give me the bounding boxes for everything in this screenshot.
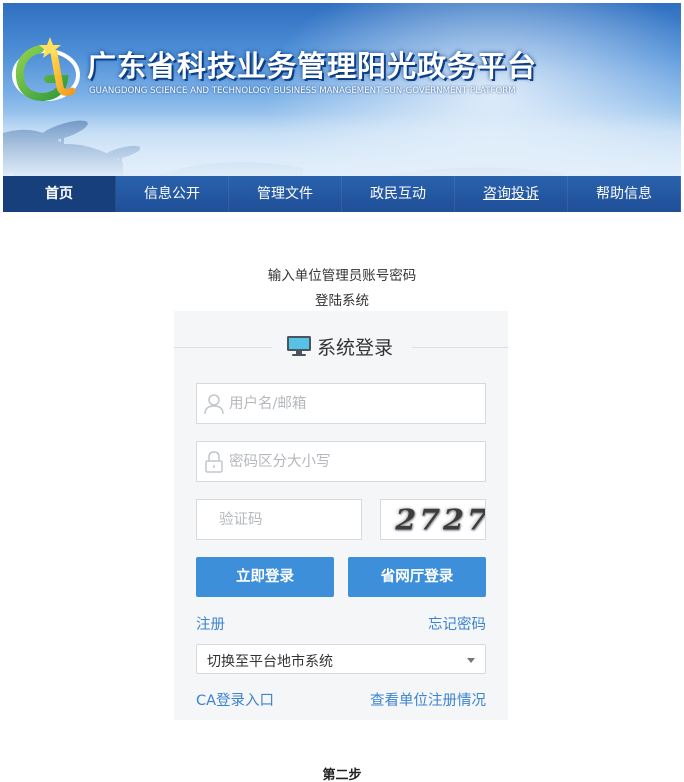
banner-subtitle: GUANGDONG SCIENCE AND TECHNOLOGY BUSINES… [89,86,516,96]
main-nav: 首页 信息公开 管理文件 政民互动 咨询投诉 帮助信息 [3,176,681,212]
username-field [196,383,486,424]
check-registration-link[interactable]: 查看单位注册情况 [370,689,486,710]
user-icon [204,394,224,415]
platform-logo [12,37,80,102]
step-label: 第二步 [322,768,362,782]
instruction-line-2: 登陆系统 [315,293,369,309]
login-panel: 系统登录 2727 立即登录 省网厅登录 注册 忘记密码 切换至平台地市系统 C… [174,311,508,720]
instruction-line-1: 输入单位管理员账号密码 [267,268,417,284]
username-input[interactable] [229,384,479,423]
nav-item-label: 政民互动 [370,186,426,202]
divider [174,347,272,348]
lock-icon [205,451,223,473]
nav-item-label: 管理文件 [257,186,313,202]
banner-title: 广东省科技业务管理阳光政务平台 [87,49,538,83]
nav-item-home[interactable]: 首页 [3,176,116,212]
divider [412,347,508,348]
nav-item-info-disclosure[interactable]: 信息公开 [116,176,229,212]
captcha-text: 2727 [391,503,486,538]
monitor-icon [287,336,311,356]
ca-login-link[interactable]: CA登录入口 [196,689,274,710]
captcha-image[interactable]: 2727 [380,499,486,540]
nav-item-help[interactable]: 帮助信息 [568,176,681,212]
nav-item-label: 帮助信息 [596,186,652,202]
nav-item-label: 信息公开 [144,186,200,202]
chevron-down-icon [467,658,475,663]
header-banner: 广东省科技业务管理阳光政务平台 GUANGDONG SCIENCE AND TE… [3,3,681,176]
nav-item-label: 咨询投诉 [483,186,539,202]
password-field [196,441,486,482]
password-input[interactable] [229,442,479,481]
forgot-password-link[interactable]: 忘记密码 [428,613,486,634]
captcha-input[interactable] [219,500,359,539]
login-button[interactable]: 立即登录 [196,557,334,597]
nav-item-consult-complaint[interactable]: 咨询投诉 [455,176,568,212]
banner-haze [3,113,681,176]
register-link[interactable]: 注册 [196,613,225,634]
login-panel-header: 系统登录 [174,333,508,361]
city-system-select-value: 切换至平台地市系统 [207,654,333,670]
gov-login-button[interactable]: 省网厅登录 [348,557,486,597]
login-title: 系统登录 [317,337,394,359]
nav-item-interaction[interactable]: 政民互动 [342,176,455,212]
nav-item-label: 首页 [45,186,73,202]
captcha-field [196,499,362,540]
city-system-select[interactable]: 切换至平台地市系统 [196,644,486,674]
nav-item-management-docs[interactable]: 管理文件 [229,176,342,212]
